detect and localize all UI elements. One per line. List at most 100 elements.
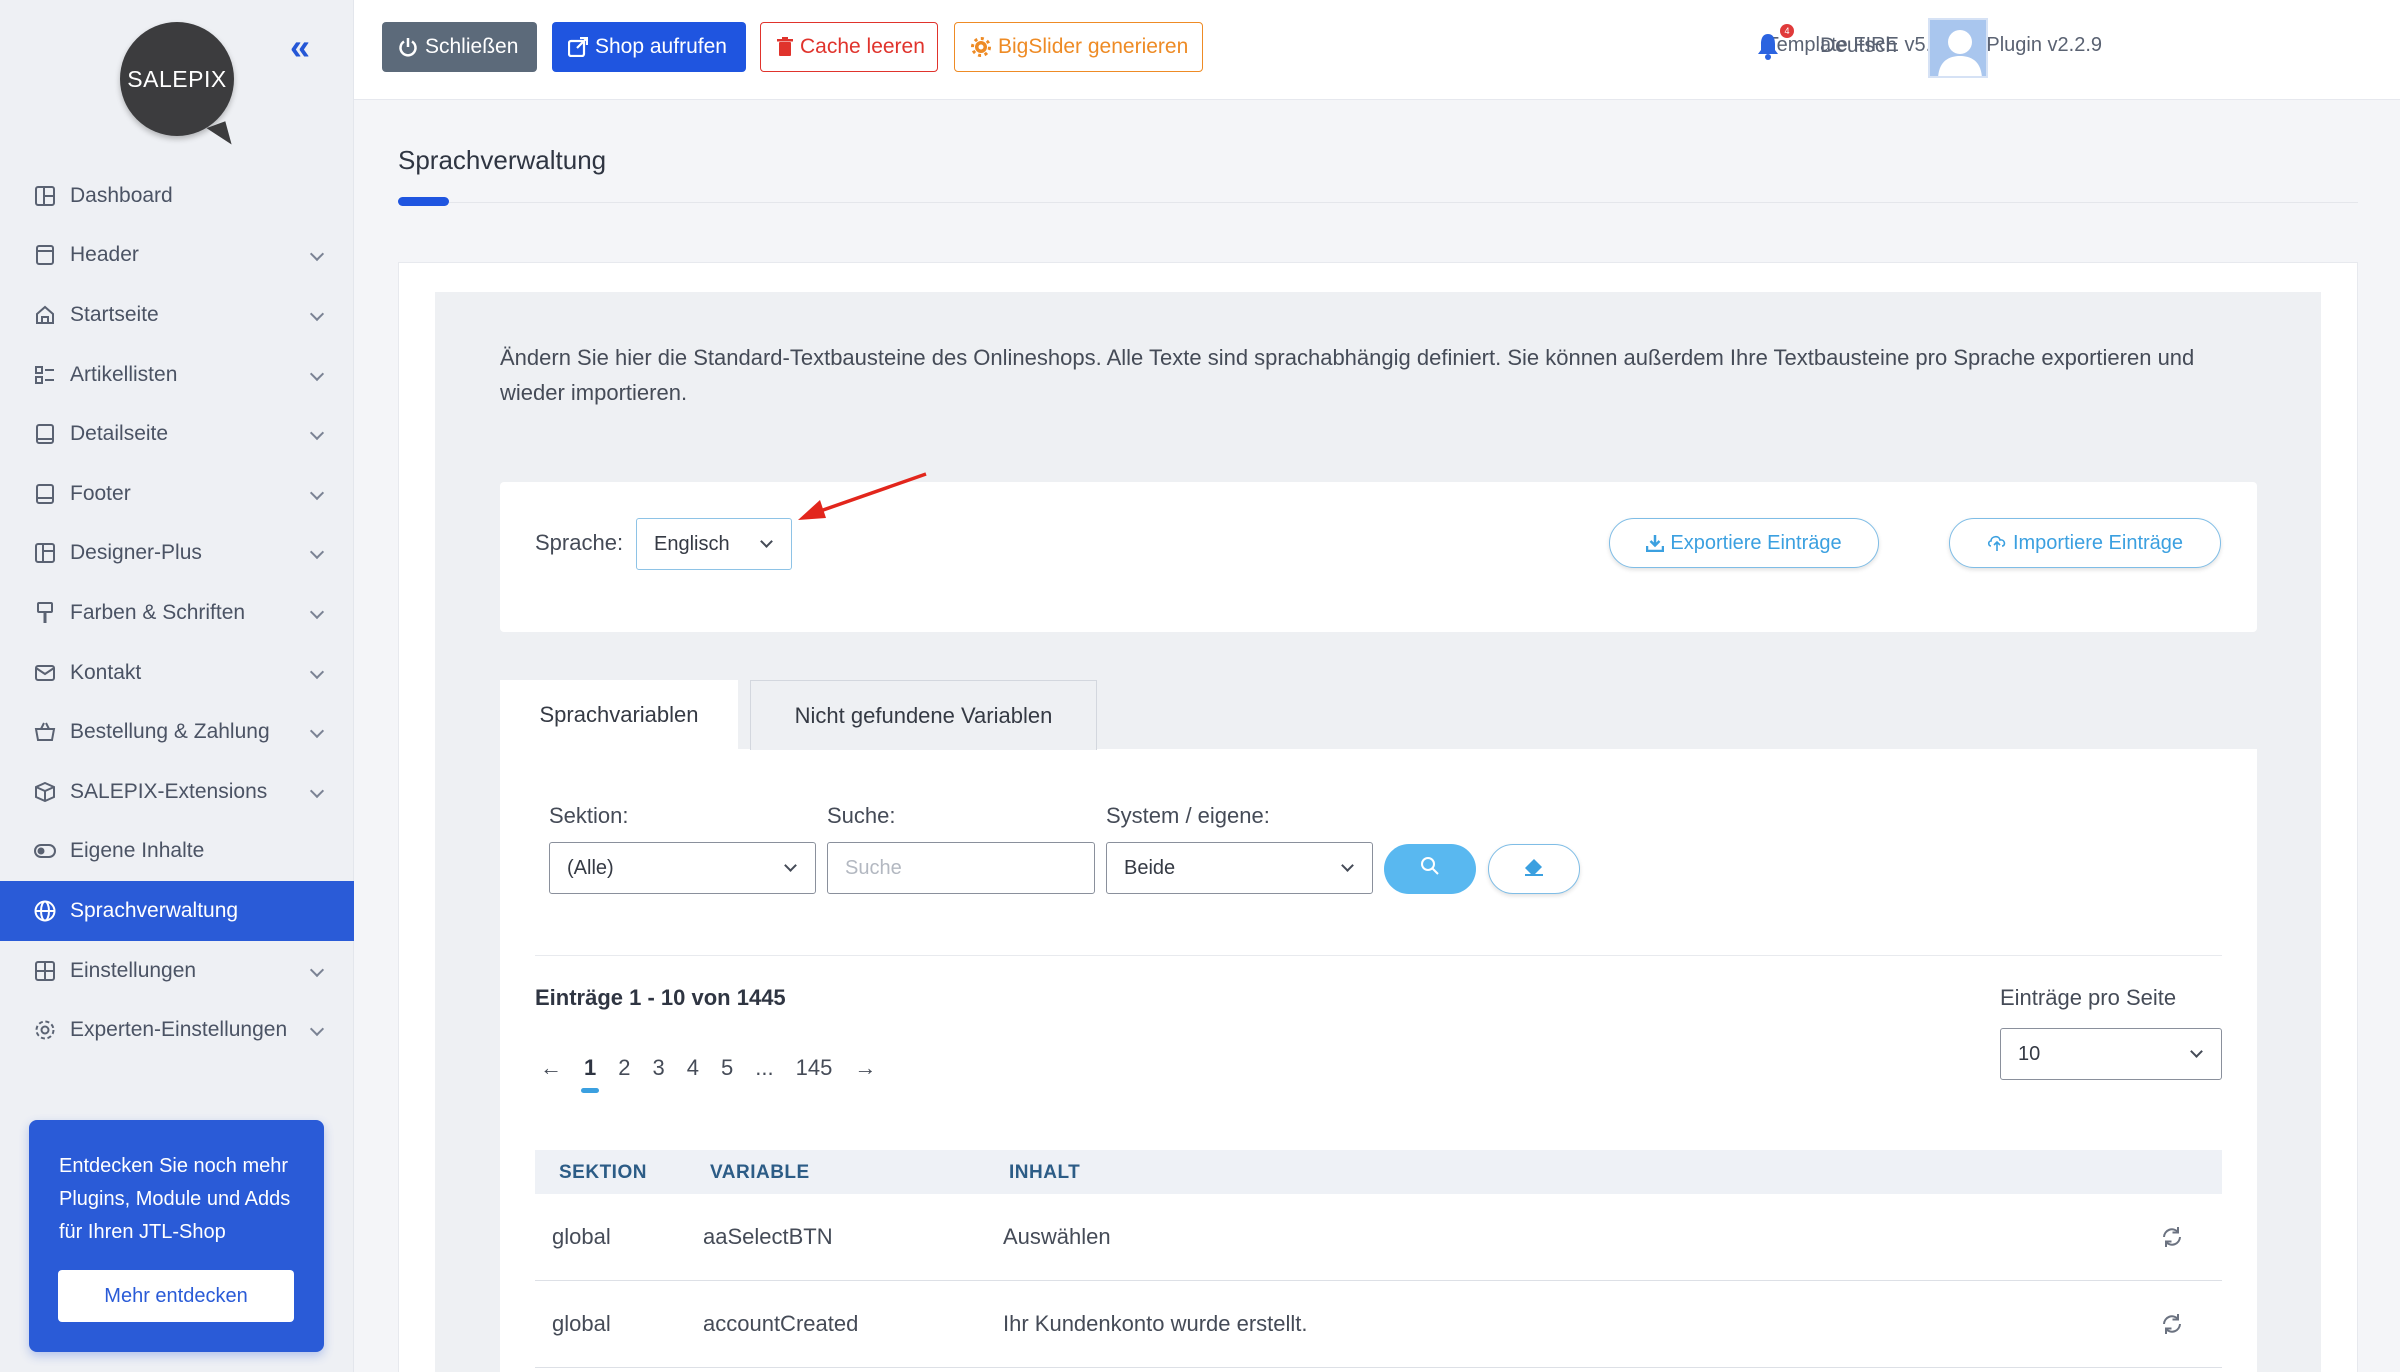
chevron-down-icon — [309, 485, 325, 500]
sidebar-item-header[interactable]: Header — [0, 226, 354, 286]
clear-filter-button[interactable] — [1488, 844, 1580, 894]
discover-more-button[interactable]: Mehr entdecken — [58, 1270, 294, 1322]
sidebar-item-label: Footer — [70, 481, 131, 505]
sidebar-item-eigene-inhalte[interactable]: Eigene Inhalte — [0, 822, 354, 882]
pagination-page[interactable]: 3 — [653, 1055, 665, 1081]
mail-icon — [34, 662, 56, 684]
section-select[interactable]: (Alle) — [549, 842, 816, 894]
grid-icon — [34, 960, 56, 982]
promo-box: Entdecken Sie noch mehr Plugins, Module … — [29, 1120, 324, 1352]
search-filter-label: Suche: — [827, 803, 896, 828]
system-select-value: Beide — [1124, 856, 1176, 879]
shop-label: Shop aufrufen — [595, 35, 727, 58]
sidebar-item-detailseite[interactable]: Detailseite — [0, 404, 354, 464]
cell-variable: aaSelectBTN — [703, 1224, 833, 1249]
gear-icon — [34, 1019, 56, 1041]
pagination-page[interactable]: 2 — [618, 1055, 630, 1081]
sidebar-item-salepix-extensions[interactable]: SALEPIX-Extensions — [0, 762, 354, 822]
tab-nicht-gefundene-variablen[interactable]: Nicht gefundene Variablen — [750, 680, 1097, 750]
cell-content: Ihr Kundenkonto wurde erstellt. — [1003, 1311, 1308, 1336]
basket-icon — [34, 721, 56, 743]
clear-cache-button[interactable]: Cache leeren — [760, 22, 938, 72]
tablet-icon — [34, 423, 56, 445]
collapse-sidebar-icon[interactable]: « — [290, 26, 310, 68]
chevron-down-icon — [309, 247, 325, 262]
title-divider — [398, 202, 2358, 203]
dashboard-icon — [34, 185, 56, 207]
header-icon — [34, 244, 56, 266]
generate-bigslider-button[interactable]: BigSlider generieren — [954, 22, 1203, 72]
sidebar-nav: Dashboard Header Startseite Artikelliste… — [0, 166, 354, 1060]
layout-icon — [34, 542, 56, 564]
pagination-prev[interactable]: ← — [540, 1055, 562, 1081]
chevron-down-icon — [309, 962, 325, 977]
per-page-value: 10 — [2018, 1042, 2041, 1065]
chevron-down-icon — [309, 724, 325, 739]
sidebar-item-designer-plus[interactable]: Designer-Plus — [0, 524, 354, 584]
column-header-content[interactable]: INHALT — [1009, 1162, 1080, 1184]
per-page-select[interactable]: 10 — [2000, 1028, 2222, 1080]
chevron-down-icon — [309, 783, 325, 798]
open-shop-button[interactable]: Shop aufrufen — [552, 22, 746, 72]
close-label: Schließen — [425, 35, 519, 58]
cache-label: Cache leeren — [800, 35, 925, 58]
cell-section: global — [552, 1224, 611, 1249]
sidebar-item-artikellisten[interactable]: Artikellisten — [0, 345, 354, 405]
sidebar-item-farben-schriften[interactable]: Farben & Schriften — [0, 583, 354, 643]
sidebar-item-label: Header — [70, 243, 139, 267]
power-icon — [398, 37, 418, 57]
sidebar-item-dashboard[interactable]: Dashboard — [0, 166, 354, 226]
cog-icon — [971, 37, 991, 57]
reset-icon[interactable] — [2160, 1225, 2184, 1249]
page-title: Sprachverwaltung — [398, 145, 607, 175]
sidebar-item-startseite[interactable]: Startseite — [0, 285, 354, 345]
bell-icon[interactable] — [1756, 32, 1782, 62]
home-icon — [34, 304, 56, 326]
sidebar-item-kontakt[interactable]: Kontakt — [0, 643, 354, 703]
import-entries-button[interactable]: Importiere Einträge — [1949, 518, 2221, 568]
paint-brush-icon — [34, 601, 56, 624]
pagination-next[interactable]: → — [854, 1055, 876, 1081]
section-select-value: (Alle) — [567, 856, 614, 879]
sidebar-item-einstellungen[interactable]: Einstellungen — [0, 941, 354, 1001]
sidebar-item-sprachverwaltung[interactable]: Sprachverwaltung — [0, 881, 354, 941]
cell-variable: accountCreated — [703, 1311, 859, 1336]
trash-icon — [777, 37, 793, 57]
external-link-icon — [568, 37, 588, 57]
entries-info: Einträge 1 - 10 von 1445 — [535, 985, 786, 1010]
pagination-page[interactable]: 4 — [687, 1055, 699, 1081]
close-button[interactable]: Schließen — [382, 22, 537, 72]
language-label: Sprache: — [535, 530, 624, 555]
sidebar-item-label: Eigene Inhalte — [70, 839, 205, 863]
sidebar-item-experten-einstellungen[interactable]: Experten-Einstellungen — [0, 1000, 354, 1060]
sidebar-item-label: Artikellisten — [70, 362, 178, 386]
search-icon — [1420, 856, 1440, 882]
reset-icon[interactable] — [2160, 1312, 2184, 1336]
upload-icon — [1987, 534, 2007, 552]
chevron-down-icon — [309, 604, 325, 620]
column-header-section[interactable]: SEKTION — [559, 1162, 647, 1184]
eraser-icon — [1524, 856, 1544, 882]
sidebar-item-footer[interactable]: Footer — [0, 464, 354, 524]
pagination-page[interactable]: 5 — [721, 1055, 733, 1081]
system-select[interactable]: Beide — [1106, 842, 1373, 894]
sidebar-item-bestellung-zahlung[interactable]: Bestellung & Zahlung — [0, 702, 354, 762]
salepix-logo[interactable]: SALEPIX — [120, 22, 234, 136]
language-select[interactable]: Englisch — [636, 518, 792, 570]
sidebar: SALEPIX « Dashboard Header Startseite Ar… — [0, 0, 354, 1372]
search-input[interactable] — [827, 842, 1095, 894]
pagination-page[interactable]: 1 — [580, 1055, 600, 1093]
language-select-value: Englisch — [654, 532, 730, 555]
export-entries-button[interactable]: Exportiere Einträge — [1609, 518, 1879, 568]
language-switcher[interactable]: Deutsch — [1820, 34, 1897, 58]
search-button[interactable] — [1384, 844, 1476, 894]
pagination-page[interactable]: 145 — [796, 1055, 833, 1081]
list-icon — [34, 364, 56, 386]
column-header-variable[interactable]: VARIABLE — [710, 1162, 810, 1184]
tab-sprachvariablen[interactable]: Sprachvariablen — [500, 680, 738, 750]
section-filter-label: Sektion: — [549, 803, 629, 828]
chevron-down-icon — [309, 426, 325, 441]
avatar[interactable] — [1928, 18, 1988, 78]
pagination-ellipsis: ... — [755, 1055, 774, 1080]
chevron-down-icon — [309, 306, 325, 322]
